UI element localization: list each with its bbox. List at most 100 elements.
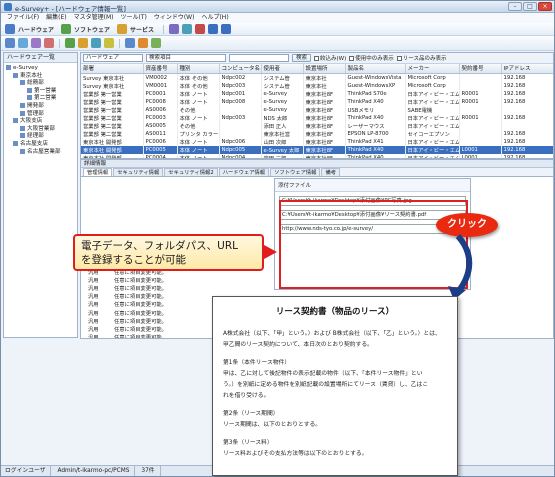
tab-security2[interactable]: セキュリティ情報2	[164, 168, 218, 176]
search-input[interactable]	[229, 54, 289, 62]
lease-checkbox[interactable]: リース品のみ表示	[396, 54, 447, 62]
refresh-icon[interactable]	[151, 38, 161, 48]
column-header[interactable]: 使用者	[261, 64, 304, 74]
column-header[interactable]: 資産番号	[143, 64, 178, 74]
feature-callout: 電子データ、フォルダパス、URL を登録することが可能	[73, 234, 264, 271]
table-cell: ThinkPad X40	[345, 113, 406, 122]
import-icon[interactable]	[65, 38, 75, 48]
service-icon[interactable]	[117, 24, 128, 34]
menu-master[interactable]: マスタ管理(M)	[74, 13, 114, 23]
window-title: e-Survey+ - [ハードウェア情報一覧]	[15, 5, 126, 13]
table-row[interactable]: 営業部 第二営業 AS0011 プリンタ カラー 東京本社営 東京本社8F EPSON L…	[81, 129, 553, 138]
menu-window[interactable]: ウィンドウ(W)	[154, 13, 195, 23]
column-header[interactable]: 部署	[81, 64, 144, 74]
table-cell	[219, 129, 262, 138]
column-header[interactable]: メーカー	[405, 64, 460, 74]
category-select[interactable]: ハードウェア	[83, 54, 143, 62]
software-button[interactable]: ソフトウェア	[74, 25, 110, 34]
table-row[interactable]: 東京本社 開発部 PC0006 本体 ノート Ndpc006 山田 次郎 東京本社8F Th…	[81, 137, 553, 146]
menu-tools[interactable]: ツール(T)	[120, 13, 146, 23]
search-icon[interactable]	[125, 38, 135, 48]
tree-node[interactable]: 大阪支店	[4, 118, 77, 126]
table-cell: Ndpc001	[219, 89, 262, 98]
table-row[interactable]: 営業部 第一営業 PC0001 本体 ノート Ndpc001 e-Survey 東京本社8…	[81, 89, 553, 98]
folder-icon	[20, 80, 25, 86]
copy-icon[interactable]	[31, 38, 41, 48]
document-paragraph: リース料およびその支払方法等は以下のとおりとする。	[223, 451, 368, 457]
column-header[interactable]: IPアドレス	[501, 64, 553, 74]
lock-icon[interactable]	[138, 38, 148, 48]
table-cell: 192.168	[501, 81, 553, 90]
document-paragraph: 第1条（本件リース物件）	[223, 360, 291, 366]
tree-node[interactable]: 開発部	[4, 102, 77, 111]
tree-node[interactable]: 名古屋支店	[4, 140, 77, 149]
report-icon[interactable]	[169, 24, 180, 34]
menu-edit[interactable]: 編集(E)	[46, 13, 66, 23]
status-count: 37件	[141, 466, 161, 476]
font-a-icon[interactable]	[208, 24, 219, 34]
maximize-button[interactable]: □	[523, 2, 537, 11]
folder-icon[interactable]	[104, 38, 114, 48]
table-cell: 東京本社8F	[303, 129, 346, 138]
hardware-button[interactable]: ハードウェア	[18, 25, 54, 34]
table-cell: 東京本社 開発部	[81, 145, 144, 154]
minimize-button[interactable]: –	[508, 2, 522, 11]
tree-node[interactable]: 総務部	[4, 80, 77, 88]
search-button[interactable]: 検索	[292, 54, 312, 62]
search-field-select[interactable]: 検索項目	[146, 54, 226, 62]
hardware-icon[interactable]	[5, 24, 15, 34]
document-paragraph: 第2条（リース期間）	[223, 411, 279, 417]
tab-software[interactable]: ソフトウェア情報	[270, 168, 321, 176]
curved-arrow-icon	[448, 234, 473, 300]
filter-checkbox[interactable]: 絞込み(W)	[314, 54, 346, 62]
table-cell: その他	[177, 105, 220, 114]
tab-security[interactable]: セキュリティ情報	[113, 168, 164, 176]
tree-node[interactable]: 第二営業	[4, 95, 77, 103]
table-row[interactable]: 営業部 第二営業 AS0005 その他 添田 正人 東京本社8F レーザーマウス 日本アイ・…	[81, 121, 553, 130]
folder-icon	[20, 110, 25, 116]
table-cell: R0001	[459, 113, 502, 122]
column-header[interactable]: 種別	[177, 64, 220, 74]
tab-hardware[interactable]: ハードウェア情報	[218, 168, 270, 176]
callout-pointer	[264, 245, 277, 259]
export-icon[interactable]	[78, 38, 88, 48]
delete-icon[interactable]	[44, 38, 54, 48]
column-header[interactable]: コンピュータ名	[219, 64, 262, 74]
tree-node[interactable]: e-Survey	[4, 65, 77, 73]
column-header[interactable]: 設置場所	[303, 64, 346, 74]
table-row[interactable]: Survey 東京本社 VM0001 本体 その他 Ndpc003 システム管 東京本社 G…	[81, 81, 553, 90]
tree-node[interactable]: 名古屋営業部	[4, 148, 77, 157]
tab-management[interactable]: 管理情報	[83, 168, 113, 176]
table-cell: PC0008	[143, 97, 178, 106]
table-row[interactable]: 東京本社 開発部 PC0005 本体 ノート Ndpc005 e-Survey 太郎 東京…	[81, 145, 553, 154]
new-icon[interactable]	[5, 38, 15, 48]
table-cell: 192.168	[501, 137, 553, 146]
bold-icon[interactable]	[195, 24, 206, 34]
table-cell: 東京本社8F	[303, 89, 346, 98]
tab-notes[interactable]: 備考	[321, 168, 341, 176]
open-icon[interactable]	[18, 38, 28, 48]
folder-icon	[20, 148, 25, 154]
table-cell: 東京本社8F	[303, 137, 346, 146]
list-icon[interactable]	[182, 24, 193, 34]
lease-document-preview: リース契約書（物品のリース） A株式会社（以下、「甲」という。）および B株式会…	[212, 296, 458, 476]
table-cell: ThinkPad X41	[345, 137, 406, 146]
print-icon[interactable]	[91, 38, 101, 48]
close-button[interactable]: ×	[538, 2, 552, 11]
menu-file[interactable]: ファイル(F)	[7, 13, 39, 23]
table-row[interactable]: Survey 東京本社 VM0002 本体 その他 Ndpc002 システム管 東京本社 G…	[81, 73, 553, 82]
table-cell: 本体 ノート	[177, 113, 220, 122]
column-header[interactable]: 製品名	[345, 64, 406, 74]
column-header[interactable]: 契約番号	[459, 64, 502, 74]
menu-help[interactable]: ヘルプ(H)	[201, 13, 228, 23]
document-paragraph: 甲乙間のリース契約について、本日次のとおり契約する。	[223, 342, 373, 348]
service-button[interactable]: サービス	[130, 25, 154, 34]
table-row[interactable]: 営業部 第一営業 PC0008 本体 ノート Ndpc008 e-Survey 東京本社8…	[81, 97, 553, 106]
tree-node[interactable]: 経理部	[4, 133, 77, 141]
table-row[interactable]: 営業部 第二営業 PC0003 本体 ノート Ndpc003 NDS 太郎 東京本社8F T…	[81, 113, 553, 122]
font-z-icon[interactable]	[221, 24, 232, 34]
table-row[interactable]: 営業部 第一営業 AS0006 その他 e-Survey 東京本社8F USBメモリ SAB…	[81, 105, 553, 114]
software-icon[interactable]	[61, 24, 72, 34]
in-use-checkbox[interactable]: 使用中のみ表示	[349, 54, 394, 62]
attachment-highlight	[279, 200, 468, 289]
